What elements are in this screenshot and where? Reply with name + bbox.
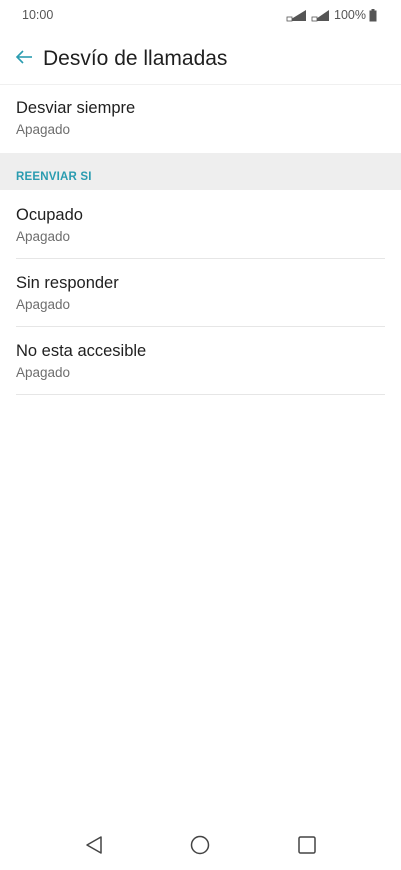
- list-item-subtitle: Apagado: [16, 229, 71, 244]
- nav-back-button[interactable]: [79, 832, 109, 862]
- page-title: Desvío de llamadas: [43, 47, 228, 70]
- list-item-title: No esta accesible: [16, 342, 147, 360]
- list-item-title: Sin responder: [16, 274, 119, 292]
- signal-sim2-icon: [311, 9, 331, 22]
- list-divider: [16, 258, 385, 259]
- status-icons: 100%: [286, 8, 377, 22]
- list-item-title: Desviar siempre: [16, 99, 136, 117]
- nav-recents-button[interactable]: [292, 832, 322, 862]
- signal-sim1-icon: [286, 9, 308, 22]
- battery-percent: 100%: [334, 8, 366, 22]
- nav-back-icon: [85, 835, 103, 860]
- status-bar: 10:00 100%: [0, 0, 401, 32]
- list-divider: [16, 394, 385, 395]
- nav-home-icon: [190, 835, 210, 860]
- list-item-ocupado[interactable]: Ocupado Apagado: [16, 205, 385, 245]
- list-item-subtitle: Apagado: [16, 365, 71, 380]
- section-header-reenviar-si: REENVIAR SI: [0, 153, 401, 190]
- battery-icon: [369, 8, 377, 22]
- nav-home-button[interactable]: [185, 832, 215, 862]
- back-button[interactable]: [4, 40, 44, 78]
- list-item-desviar-siempre[interactable]: Desviar siempre Apagado: [16, 98, 385, 138]
- nav-recents-icon: [298, 835, 316, 859]
- list-item-subtitle: Apagado: [16, 297, 71, 312]
- app-bar: Desvío de llamadas: [0, 40, 401, 78]
- list-item-no-esta-accesible[interactable]: No esta accesible Apagado: [16, 341, 385, 381]
- navigation-bar: [0, 822, 401, 870]
- arrow-left-icon: [15, 49, 33, 70]
- list-divider: [16, 326, 385, 327]
- list-item-title: Ocupado: [16, 206, 83, 224]
- header-divider: [0, 84, 401, 85]
- list-item-sin-responder[interactable]: Sin responder Apagado: [16, 273, 385, 313]
- section-label: REENVIAR SI: [16, 171, 92, 183]
- status-time: 10:00: [22, 8, 54, 22]
- list-item-subtitle: Apagado: [16, 122, 71, 137]
